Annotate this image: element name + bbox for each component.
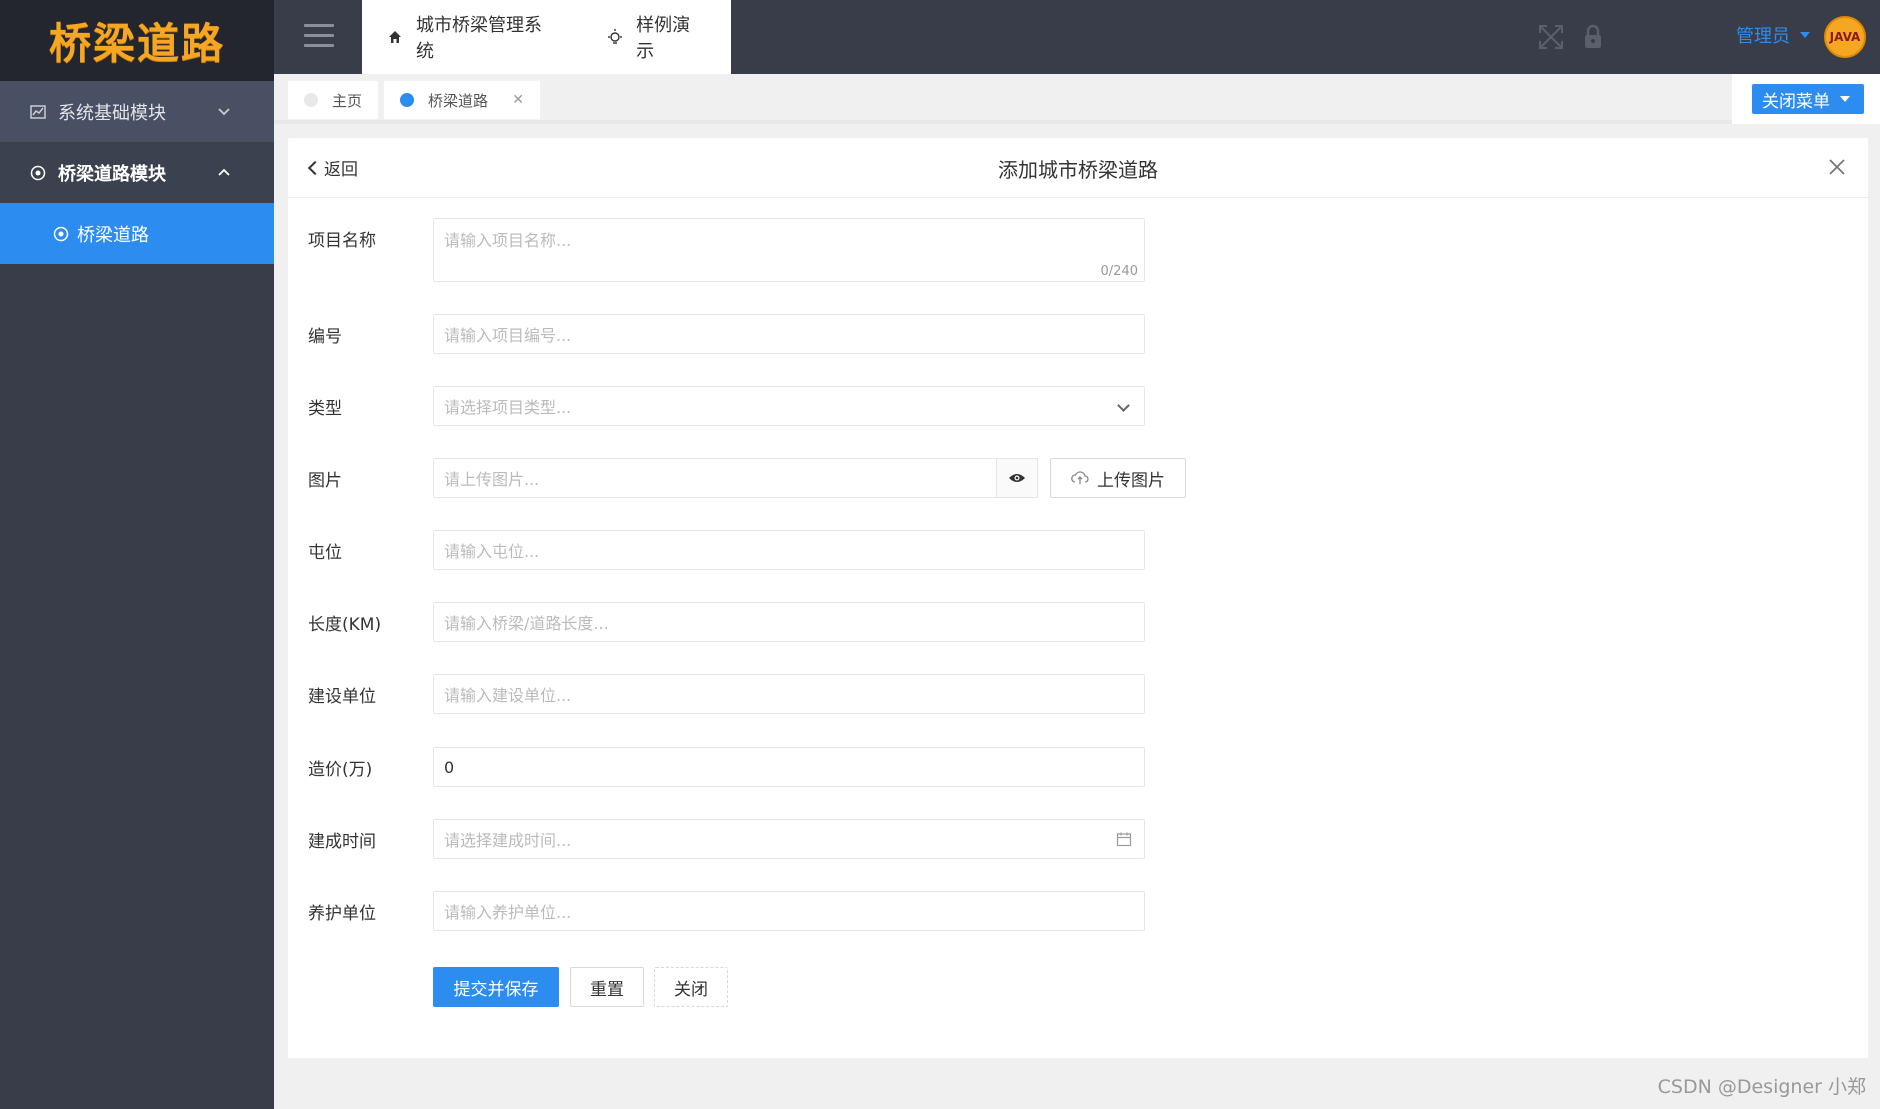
chevron-down-icon bbox=[1117, 399, 1130, 412]
top-tab-label: 样例演示 bbox=[636, 15, 691, 62]
input-value: 0 bbox=[444, 757, 455, 777]
reset-button[interactable]: 重置 bbox=[570, 967, 644, 1007]
sidebar-item-label: 桥梁道路 bbox=[77, 224, 149, 246]
avatar-text: JAVA bbox=[1829, 30, 1861, 44]
logo-text: 桥梁道路 bbox=[48, 19, 225, 68]
panel-header: 返回 添加城市桥梁道路 bbox=[288, 138, 1868, 198]
build-time-input[interactable]: 请选择建成时间... bbox=[433, 819, 1145, 859]
watermark: CSDN @Designer 小郑 bbox=[1657, 1076, 1866, 1098]
builder-input[interactable]: 请输入建设单位... bbox=[433, 674, 1145, 714]
field-label: 建成时间 bbox=[308, 832, 376, 852]
upload-image-button[interactable]: 上传图片 bbox=[1050, 458, 1186, 498]
page-tab-bridge-road[interactable]: 桥梁道路 ✕ bbox=[384, 81, 540, 119]
admin-label: 管理员 bbox=[1736, 26, 1790, 47]
tab-dot bbox=[304, 93, 318, 107]
char-counter: 0/240 bbox=[1100, 264, 1138, 279]
top-nav-tabs: 城市桥梁管理系统 样例演示 bbox=[362, 0, 731, 74]
field-label: 类型 bbox=[308, 399, 342, 419]
menu-toggle-icon[interactable] bbox=[304, 24, 334, 48]
upload-label: 上传图片 bbox=[1097, 470, 1165, 491]
home-icon bbox=[386, 28, 404, 46]
close-icon[interactable] bbox=[1826, 156, 1848, 178]
sidebar-group-bridge[interactable]: 桥梁道路模块 bbox=[0, 142, 274, 203]
tab-dot bbox=[400, 93, 414, 107]
maintainer-input[interactable]: 请输入养护单位... bbox=[433, 891, 1145, 931]
page-tab-home[interactable]: 主页 bbox=[288, 81, 378, 119]
eye-icon bbox=[1009, 474, 1025, 482]
top-icons bbox=[1538, 24, 1606, 50]
globe-icon bbox=[30, 165, 46, 181]
field-label: 建设单位 bbox=[308, 687, 376, 707]
page-tab-label: 桥梁道路 bbox=[428, 91, 489, 110]
globe-icon bbox=[53, 226, 69, 242]
close-icon[interactable]: ✕ bbox=[512, 92, 524, 108]
bulb-icon bbox=[606, 28, 624, 46]
length-input[interactable]: 请输入桥梁/道路长度... bbox=[433, 602, 1145, 642]
field-label: 项目名称 bbox=[308, 231, 376, 251]
close-menu-button[interactable]: 关闭菜单 bbox=[1752, 84, 1864, 114]
caret-down-icon bbox=[1840, 96, 1850, 102]
type-select[interactable]: 请选择项目类型... bbox=[433, 386, 1145, 426]
station-input[interactable]: 请输入屯位... bbox=[433, 530, 1145, 570]
placeholder: 请输入项目编号... bbox=[444, 326, 572, 345]
chevron-up-icon bbox=[216, 164, 232, 180]
top-tab-label: 城市桥梁管理系统 bbox=[416, 15, 542, 62]
placeholder: 请输入养护单位... bbox=[444, 903, 572, 922]
preview-button[interactable] bbox=[996, 458, 1038, 498]
close-menu-wrap: 关闭菜单 bbox=[1732, 74, 1880, 124]
submit-save-button[interactable]: 提交并保存 bbox=[433, 967, 559, 1007]
placeholder: 请选择建成时间... bbox=[444, 831, 572, 850]
chevron-down-icon bbox=[216, 103, 232, 119]
logo: 桥梁道路 bbox=[0, 0, 274, 81]
placeholder: 请输入项目名称... bbox=[444, 231, 572, 250]
field-label: 长度(KM) bbox=[308, 615, 382, 635]
cloud-upload-icon bbox=[1071, 471, 1089, 484]
placeholder: 请选择项目类型... bbox=[444, 398, 572, 417]
cost-input[interactable]: 0 bbox=[433, 747, 1145, 787]
placeholder: 请上传图片... bbox=[444, 470, 540, 489]
sidebar-group-label: 系统基础模块 bbox=[58, 102, 166, 124]
top-header: 城市桥梁管理系统 样例演示 管理员 JAVA bbox=[274, 0, 1880, 74]
form-panel: 返回 添加城市桥梁道路 项目名称 请输入项目名称... 0/240 编号 请输入… bbox=[288, 138, 1868, 1058]
field-label: 图片 bbox=[308, 471, 342, 491]
sidebar-group-label: 桥梁道路模块 bbox=[58, 163, 166, 185]
placeholder: 请输入屯位... bbox=[444, 542, 540, 561]
code-input[interactable]: 请输入项目编号... bbox=[433, 314, 1145, 354]
top-tab-demo[interactable]: 样例演示 bbox=[582, 0, 731, 74]
top-tab-system[interactable]: 城市桥梁管理系统 bbox=[362, 0, 582, 74]
page-tabs-bar: 主页 桥梁道路 ✕ 关闭菜单 bbox=[274, 74, 1880, 124]
lock-icon[interactable] bbox=[1580, 24, 1606, 50]
chart-icon bbox=[30, 104, 46, 120]
field-label: 造价(万) bbox=[308, 760, 373, 780]
page-tab-label: 主页 bbox=[332, 91, 363, 110]
sidebar-item-bridge-road[interactable]: 桥梁道路 bbox=[0, 203, 274, 264]
close-menu-label: 关闭菜单 bbox=[1762, 91, 1830, 112]
project-name-input[interactable]: 请输入项目名称... 0/240 bbox=[433, 218, 1145, 282]
caret-down-icon bbox=[1800, 32, 1810, 38]
image-path-input[interactable]: 请上传图片... bbox=[433, 458, 997, 498]
admin-menu[interactable]: 管理员 bbox=[1736, 22, 1810, 48]
sidebar-group-system[interactable]: 系统基础模块 bbox=[0, 81, 274, 142]
fullscreen-icon[interactable] bbox=[1538, 24, 1564, 50]
field-label: 屯位 bbox=[308, 543, 342, 563]
placeholder: 请输入桥梁/道路长度... bbox=[444, 614, 609, 633]
field-label: 编号 bbox=[308, 327, 342, 347]
sidebar: 桥梁道路 系统基础模块 桥梁道路模块 桥梁道路 bbox=[0, 0, 274, 1109]
avatar[interactable]: JAVA bbox=[1824, 16, 1866, 58]
calendar-icon bbox=[1116, 832, 1132, 847]
close-button[interactable]: 关闭 bbox=[654, 967, 728, 1007]
page-title: 添加城市桥梁道路 bbox=[998, 158, 1158, 182]
field-label: 养护单位 bbox=[308, 904, 376, 924]
placeholder: 请输入建设单位... bbox=[444, 686, 572, 705]
